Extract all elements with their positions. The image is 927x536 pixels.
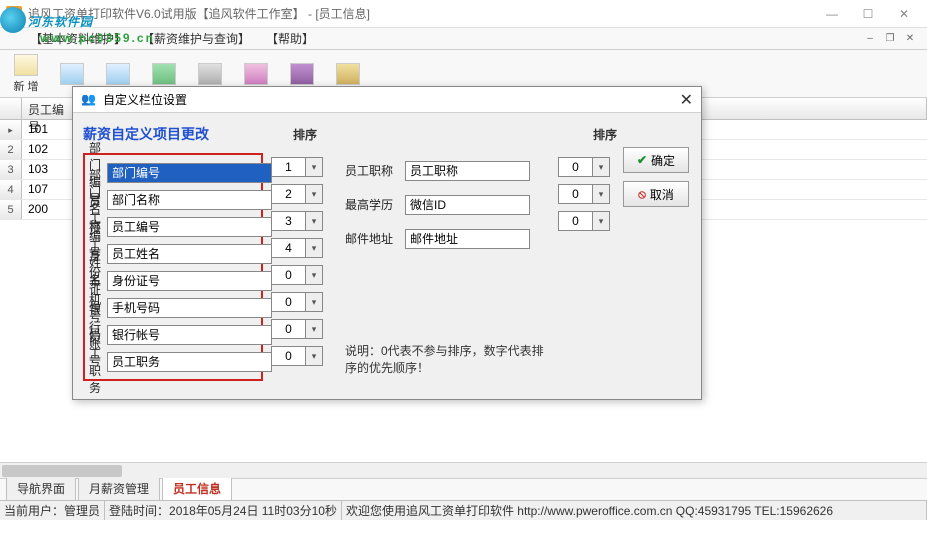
- field-input[interactable]: [107, 325, 272, 345]
- menubar: 【基本资料维护】 【薪资维护与查询】 【帮助】 ‒ ❐ ✕: [0, 28, 927, 50]
- tabstrip: 导航界面 月薪资管理 员工信息: [0, 478, 927, 500]
- row-selector-header: [0, 98, 22, 119]
- right-fields-group: 员工职称最高学历邮件地址 说明：0代表不参与排序，数字代表排序的优先顺序！: [345, 153, 550, 381]
- row-number: ▸: [0, 120, 22, 139]
- field-input[interactable]: [107, 244, 272, 264]
- chevron-down-icon: ▾: [306, 216, 322, 227]
- app-icon: [6, 6, 22, 22]
- statusbar: 当前用户：管理员 登陆时间：2018年05月24日 11时03分10秒 欢迎您使…: [0, 500, 927, 520]
- maximize-button[interactable]: ☐: [851, 4, 885, 24]
- field-label: 员工职称: [345, 162, 399, 179]
- window-titlebar: 追风工资单打印软件V6.0试用版【追风软件工作室】 - [员工信息] — ☐ ✕: [0, 0, 927, 28]
- row-number: 2: [0, 140, 22, 159]
- sort-select[interactable]: 1▾: [271, 157, 323, 177]
- chevron-down-icon: ▾: [306, 351, 322, 362]
- chevron-down-icon: ▾: [593, 189, 609, 200]
- row-number: 3: [0, 160, 22, 179]
- dialog-icon: [81, 92, 97, 108]
- chevron-down-icon: ▾: [306, 243, 322, 254]
- sort-select[interactable]: 2▾: [271, 184, 323, 204]
- new-button[interactable]: 新 增: [6, 52, 46, 96]
- menu-basic-data[interactable]: 【基本资料维护】: [30, 30, 126, 47]
- sort-select[interactable]: 0▾: [271, 319, 323, 339]
- field-input[interactable]: [405, 229, 530, 249]
- menu-help[interactable]: 【帮助】: [266, 30, 314, 47]
- grid-icon: [152, 63, 176, 85]
- sort-select[interactable]: 0▾: [271, 265, 323, 285]
- check-icon: ✔: [637, 153, 647, 167]
- tab-salary[interactable]: 月薪资管理: [78, 476, 160, 500]
- field-input[interactable]: [405, 195, 530, 215]
- file-new-icon: [14, 54, 38, 76]
- status-welcome: 欢迎您使用追风工资单打印软件 http://www.pweroffice.com…: [346, 502, 833, 519]
- mdi-restore[interactable]: ❐: [881, 32, 899, 46]
- dialog-note: 说明：0代表不参与排序，数字代表排序的优先顺序！: [345, 342, 550, 376]
- field-input[interactable]: [107, 190, 272, 210]
- close-button[interactable]: ✕: [887, 4, 921, 24]
- sort-select[interactable]: 0▾: [271, 346, 323, 366]
- field-input[interactable]: [405, 161, 530, 181]
- field-input[interactable]: [107, 298, 272, 318]
- sort-header-right: 排序: [593, 126, 673, 143]
- chevron-down-icon: ▾: [593, 216, 609, 227]
- menu-salary[interactable]: 【薪资维护与查询】: [142, 30, 250, 47]
- chevron-down-icon: ▾: [306, 297, 322, 308]
- sort-select[interactable]: 0▾: [558, 211, 610, 231]
- field-input[interactable]: [107, 271, 272, 291]
- field-input[interactable]: [107, 163, 272, 183]
- horizontal-scrollbar[interactable]: [0, 462, 927, 478]
- sort-select[interactable]: 0▾: [558, 184, 610, 204]
- dialog-title: 自定义栏位设置: [103, 91, 187, 108]
- status-login-value: 2018年05月24日 11时03分10秒: [169, 502, 337, 519]
- field-label: 最高学历: [345, 196, 399, 213]
- delete-icon: [244, 63, 268, 85]
- row-number: 5: [0, 200, 22, 219]
- edit-icon: [60, 63, 84, 85]
- sort-select[interactable]: 0▾: [558, 157, 610, 177]
- sort-select[interactable]: 3▾: [271, 211, 323, 231]
- row-number: 4: [0, 180, 22, 199]
- status-login-label: 登陆时间：: [109, 502, 169, 519]
- custom-columns-dialog: 自定义栏位设置 ✕ 薪资自定义项目更改 排序 排序 部门编号部门名称员工编号员工…: [72, 86, 702, 400]
- find-icon: [336, 63, 360, 85]
- cancel-icon: ⦸: [638, 187, 646, 202]
- dialog-close-button[interactable]: ✕: [680, 90, 693, 110]
- right-sort-column: 0▾ 0▾ 0▾: [558, 153, 612, 381]
- field-input[interactable]: [107, 217, 272, 237]
- field-input[interactable]: [107, 352, 272, 372]
- minimize-button[interactable]: —: [815, 4, 849, 24]
- field-label: 员工职务: [89, 328, 101, 396]
- window-title: 追风工资单打印软件V6.0试用版【追风软件工作室】 - [员工信息]: [28, 5, 370, 22]
- tab-employee-info[interactable]: 员工信息: [162, 476, 232, 500]
- ok-button[interactable]: ✔ 确定: [623, 147, 689, 173]
- sort-select[interactable]: 0▾: [271, 292, 323, 312]
- tab-nav[interactable]: 导航界面: [6, 476, 76, 500]
- cancel-button[interactable]: ⦸ 取消: [623, 181, 689, 207]
- left-fields-group: 部门编号部门名称员工编号员工姓名身份证号手机号码银行账号员工职务: [83, 153, 263, 381]
- dialog-heading: 薪资自定义项目更改: [83, 124, 263, 144]
- page-icon: [106, 63, 130, 85]
- chevron-down-icon: ▾: [306, 162, 322, 173]
- chevron-down-icon: ▾: [593, 162, 609, 173]
- print-icon: [198, 63, 222, 85]
- mdi-close[interactable]: ✕: [901, 32, 919, 46]
- status-user-value: 管理员: [64, 502, 100, 519]
- mdi-minimize[interactable]: ‒: [861, 32, 879, 46]
- chevron-down-icon: ▾: [306, 270, 322, 281]
- status-user-label: 当前用户：: [4, 502, 64, 519]
- field-label: 邮件地址: [345, 230, 399, 247]
- left-sort-column: 1▾ 2▾ 3▾ 4▾ 0▾ 0▾ 0▾ 0▾: [271, 153, 325, 381]
- chevron-down-icon: ▾: [306, 324, 322, 335]
- sort-select[interactable]: 4▾: [271, 238, 323, 258]
- sort-header-left: 排序: [293, 126, 373, 143]
- save-icon: [290, 63, 314, 85]
- chevron-down-icon: ▾: [306, 189, 322, 200]
